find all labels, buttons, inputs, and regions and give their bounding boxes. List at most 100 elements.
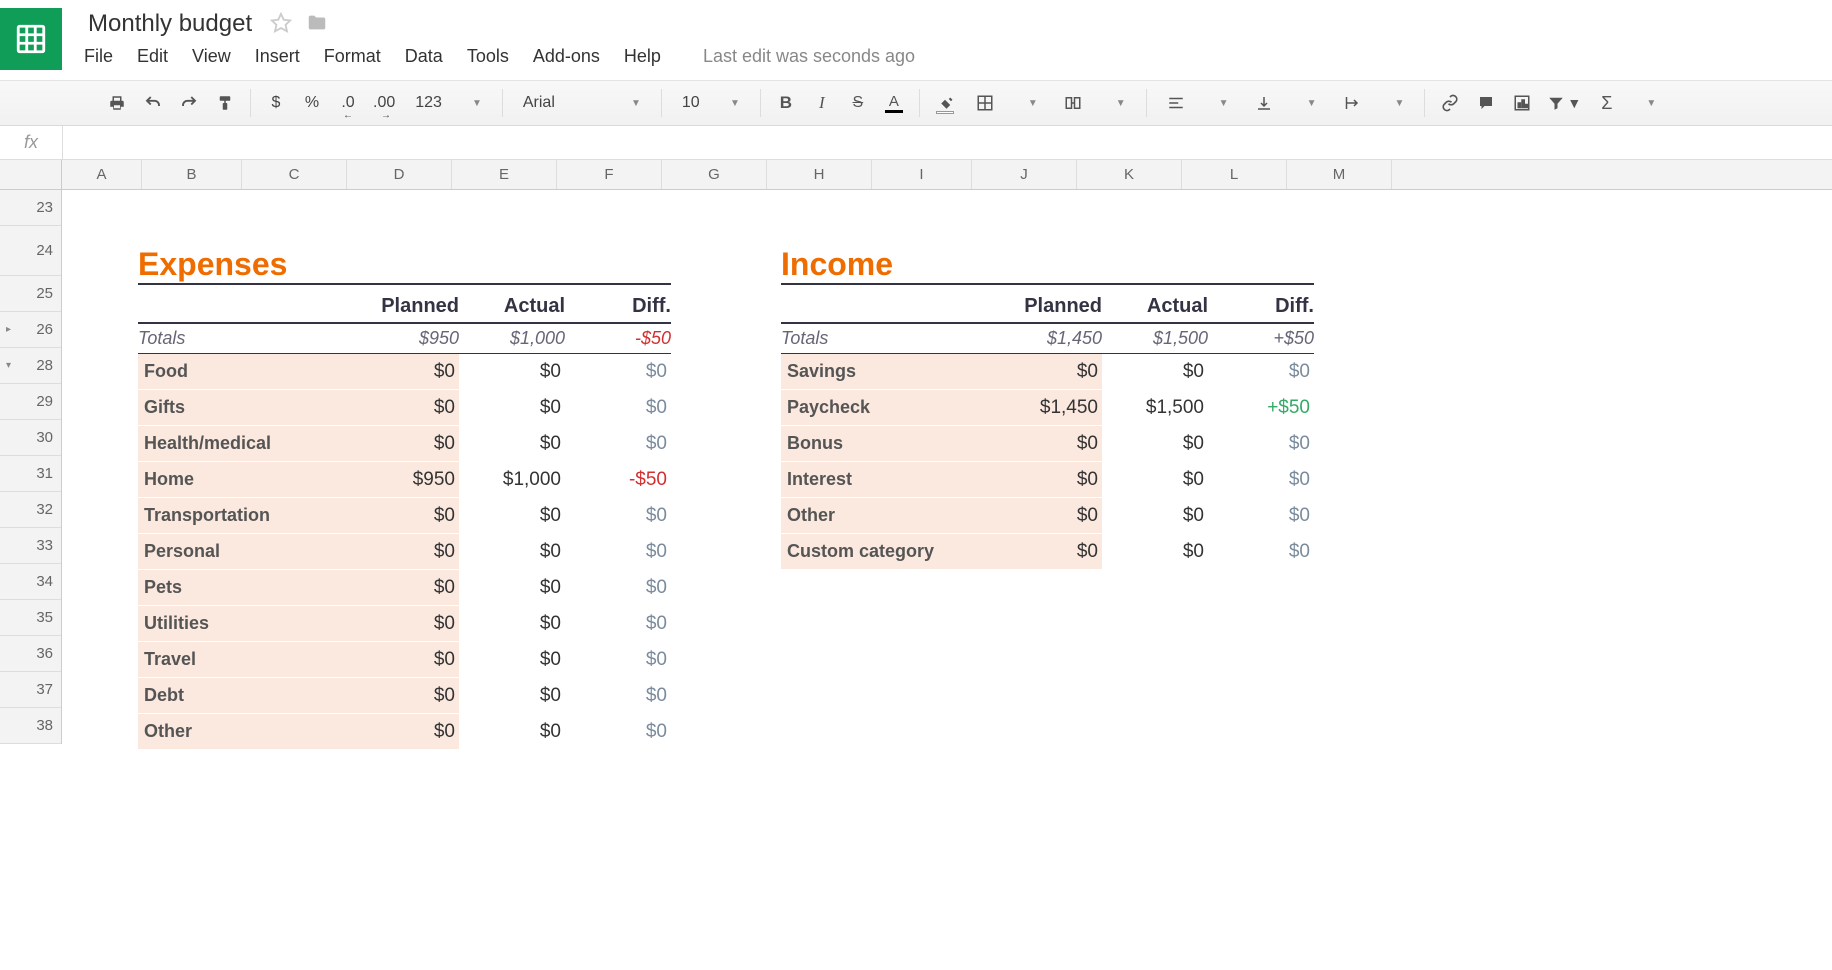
- row-header-28[interactable]: 28: [0, 348, 61, 384]
- expense-category: Home: [138, 462, 353, 498]
- income-row[interactable]: Bonus$0$0$0: [781, 426, 1314, 462]
- expense-row[interactable]: Debt$0$0$0: [138, 678, 671, 714]
- insert-link-button[interactable]: [1439, 89, 1461, 117]
- decrease-decimal-button[interactable]: .0←: [337, 89, 359, 117]
- column-header-G[interactable]: G: [662, 160, 767, 189]
- insert-chart-button[interactable]: [1511, 89, 1533, 117]
- menu-view[interactable]: View: [192, 46, 231, 67]
- fill-color-button[interactable]: [934, 89, 956, 117]
- column-header-I[interactable]: I: [872, 160, 972, 189]
- expense-diff: $0: [565, 397, 671, 419]
- menu-tools[interactable]: Tools: [467, 46, 509, 67]
- more-formats-button[interactable]: 123▼: [409, 89, 488, 117]
- income-diff: $0: [1208, 469, 1314, 491]
- text-wrap-button[interactable]: ▼: [1336, 89, 1410, 117]
- menu-insert[interactable]: Insert: [255, 46, 300, 67]
- row-header-23[interactable]: 23: [0, 190, 61, 226]
- row-header-29[interactable]: 29: [0, 384, 61, 420]
- undo-button[interactable]: [142, 89, 164, 117]
- row-header-37[interactable]: 37: [0, 672, 61, 708]
- vertical-align-button[interactable]: ▼: [1249, 89, 1323, 117]
- column-header-D[interactable]: D: [347, 160, 452, 189]
- income-totals-label: Totals: [781, 328, 996, 349]
- row-header-32[interactable]: 32: [0, 492, 61, 528]
- income-row[interactable]: Interest$0$0$0: [781, 462, 1314, 498]
- select-all-cell[interactable]: [0, 160, 62, 189]
- row-header-30[interactable]: 30: [0, 420, 61, 456]
- row-header-26[interactable]: 26: [0, 312, 61, 348]
- text-color-button[interactable]: A: [883, 89, 905, 117]
- formula-input[interactable]: [62, 126, 1832, 159]
- star-icon[interactable]: [270, 12, 292, 37]
- merge-cells-button[interactable]: ▼: [1058, 89, 1132, 117]
- menu-add-ons[interactable]: Add-ons: [533, 46, 600, 67]
- row-header-25[interactable]: 25: [0, 276, 61, 312]
- increase-decimal-button[interactable]: .00→: [373, 89, 395, 117]
- column-header-H[interactable]: H: [767, 160, 872, 189]
- functions-button[interactable]: Σ▼: [1595, 89, 1662, 117]
- print-button[interactable]: [106, 89, 128, 117]
- menu-format[interactable]: Format: [324, 46, 381, 67]
- income-row[interactable]: Custom category$0$0$0: [781, 534, 1314, 570]
- format-currency-button[interactable]: $: [265, 89, 287, 117]
- app-logo[interactable]: [0, 8, 62, 70]
- column-header-L[interactable]: L: [1182, 160, 1287, 189]
- horizontal-align-button[interactable]: ▼: [1161, 89, 1235, 117]
- font-size-select[interactable]: 10▼: [676, 92, 746, 114]
- paint-format-button[interactable]: [214, 89, 236, 117]
- expenses-header-actual: Actual: [459, 295, 565, 322]
- income-block: Income Planned Actual Diff. Totals $1,45…: [781, 246, 1314, 750]
- folder-icon[interactable]: [306, 12, 328, 37]
- income-header-actual: Actual: [1102, 295, 1208, 322]
- income-category: Interest: [781, 462, 996, 498]
- row-header-31[interactable]: 31: [0, 456, 61, 492]
- menu-edit[interactable]: Edit: [137, 46, 168, 67]
- filter-button[interactable]: ▼: [1547, 89, 1581, 117]
- strikethrough-button[interactable]: S: [847, 89, 869, 117]
- expense-row[interactable]: Gifts$0$0$0: [138, 390, 671, 426]
- borders-button[interactable]: ▼: [970, 89, 1044, 117]
- column-header-C[interactable]: C: [242, 160, 347, 189]
- row-header-38[interactable]: 38: [0, 708, 61, 744]
- menu-file[interactable]: File: [84, 46, 113, 67]
- expense-row[interactable]: Other$0$0$0: [138, 714, 671, 750]
- expense-row[interactable]: Travel$0$0$0: [138, 642, 671, 678]
- expense-row[interactable]: Transportation$0$0$0: [138, 498, 671, 534]
- document-title[interactable]: Monthly budget: [84, 8, 256, 40]
- column-header-M[interactable]: M: [1287, 160, 1392, 189]
- last-edit-text[interactable]: Last edit was seconds ago: [703, 46, 915, 67]
- expense-row[interactable]: Food$0$0$0: [138, 354, 671, 390]
- expense-row[interactable]: Home$950$1,000-$50: [138, 462, 671, 498]
- income-row[interactable]: Paycheck$1,450$1,500+$50: [781, 390, 1314, 426]
- column-header-K[interactable]: K: [1077, 160, 1182, 189]
- expense-row[interactable]: Health/medical$0$0$0: [138, 426, 671, 462]
- expense-row[interactable]: Utilities$0$0$0: [138, 606, 671, 642]
- format-percent-button[interactable]: %: [301, 89, 323, 117]
- menu-help[interactable]: Help: [624, 46, 661, 67]
- row-header-35[interactable]: 35: [0, 600, 61, 636]
- row-header-24[interactable]: 24: [0, 226, 61, 276]
- column-header-B[interactable]: B: [142, 160, 242, 189]
- income-actual: $0: [1102, 541, 1208, 563]
- income-planned: $0: [996, 462, 1102, 498]
- bold-button[interactable]: B: [775, 89, 797, 117]
- insert-comment-button[interactable]: [1475, 89, 1497, 117]
- income-row[interactable]: Savings$0$0$0: [781, 354, 1314, 390]
- column-header-A[interactable]: A: [62, 160, 142, 189]
- row-header-36[interactable]: 36: [0, 636, 61, 672]
- column-header-F[interactable]: F: [557, 160, 662, 189]
- column-header-J[interactable]: J: [972, 160, 1077, 189]
- expense-row[interactable]: Personal$0$0$0: [138, 534, 671, 570]
- spreadsheet-grid[interactable]: 232425262829303132333435363738 Expenses …: [0, 190, 1832, 744]
- italic-button[interactable]: I: [811, 89, 833, 117]
- font-family-select[interactable]: Arial▼: [517, 92, 647, 114]
- row-header-33[interactable]: 33: [0, 528, 61, 564]
- expense-planned: $0: [353, 642, 459, 678]
- row-header-34[interactable]: 34: [0, 564, 61, 600]
- redo-button[interactable]: [178, 89, 200, 117]
- income-row[interactable]: Other$0$0$0: [781, 498, 1314, 534]
- column-header-E[interactable]: E: [452, 160, 557, 189]
- expense-row[interactable]: Pets$0$0$0: [138, 570, 671, 606]
- expense-category: Health/medical: [138, 426, 353, 462]
- menu-data[interactable]: Data: [405, 46, 443, 67]
